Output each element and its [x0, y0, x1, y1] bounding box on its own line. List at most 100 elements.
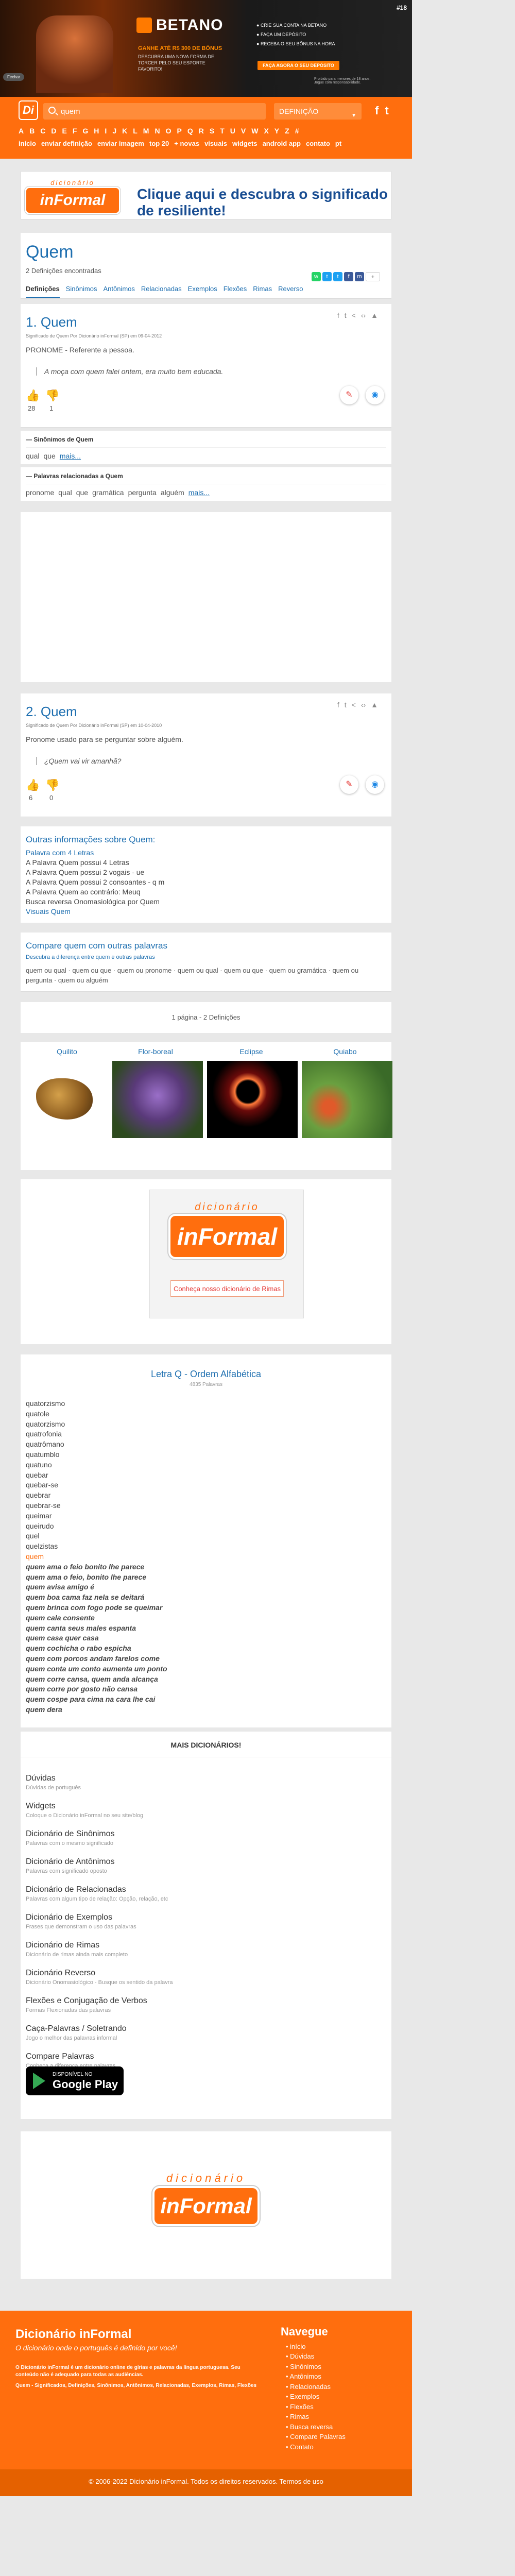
twitter-small-icon[interactable]: t [345, 311, 347, 319]
footer-nav-item[interactable]: Dúvidas [286, 2351, 346, 2362]
letter-link[interactable]: Y [274, 127, 279, 135]
footer-nav-item[interactable]: Antônimos [286, 2371, 346, 2382]
letter-link[interactable]: R [199, 127, 204, 135]
alphabetical-item[interactable]: quatorzismo [26, 1399, 391, 1409]
ad-close-button[interactable]: Fechar [3, 73, 24, 81]
alphabetical-item[interactable]: quatorzismo [26, 1419, 391, 1430]
alphabetical-item[interactable]: quem ama o feio, bonito lhe parece [26, 1572, 391, 1583]
alphabetical-item[interactable]: quebrar [26, 1490, 391, 1501]
synonym-link[interactable]: que [43, 452, 55, 460]
dictionary-item[interactable]: Flexões e Conjugação de Verbos Formas Fle… [26, 1996, 147, 2013]
nav-item[interactable]: enviar definição [41, 140, 92, 147]
alphabetical-item[interactable]: quebrar-se [26, 1501, 391, 1511]
image-caption[interactable]: Quilito [21, 1047, 113, 1056]
dictionary-item[interactable]: Caça-Palavras / Soletrando Jogo o melhor … [26, 2024, 127, 2041]
footer-nav-item[interactable]: Flexões [286, 2402, 346, 2412]
camera-icon[interactable]: ◉ [366, 775, 384, 794]
tab-item[interactable]: Antônimos [103, 285, 134, 293]
alphabetical-item[interactable]: quem corre por gosto não cansa [26, 1684, 391, 1694]
camera-icon[interactable]: ◉ [366, 386, 384, 404]
nav-item[interactable]: contato [306, 140, 330, 147]
related-word[interactable]: pronome [26, 488, 54, 497]
related-word[interactable]: alguém [161, 488, 184, 497]
nav-item[interactable]: + novas [174, 140, 199, 147]
quilito-image[interactable] [36, 1078, 93, 1120]
search-type-select[interactable]: DEFINIÇÃO ▼ [274, 103, 362, 120]
alphabetical-item[interactable]: quem corre cansa, quem anda alcança [26, 1674, 391, 1685]
site-logo[interactable]: Di [19, 100, 38, 120]
nav-item[interactable]: top 20 [149, 140, 169, 147]
synonym-link[interactable]: qual [26, 452, 39, 460]
letter-link[interactable]: Z [285, 127, 289, 135]
letter-link[interactable]: G [82, 127, 88, 135]
dictionary-item[interactable]: Dicionário de Relacionadas Palavras com a… [26, 1885, 168, 1902]
google-play-button[interactable]: DISPONÍVEL NO Google Play [26, 2066, 124, 2095]
link-icon[interactable]: < [352, 311, 356, 319]
search-icon[interactable] [48, 107, 56, 114]
letter-link[interactable]: I [105, 127, 107, 135]
nav-item[interactable]: enviar imagem [97, 140, 144, 147]
twitter-share-icon[interactable]: t [322, 272, 332, 281]
footer-nav-item[interactable]: Relacionadas [286, 2382, 346, 2392]
related-word[interactable]: qual [58, 488, 72, 497]
definition-title[interactable]: 2. Quem [21, 693, 391, 723]
alphabetical-item[interactable]: quem [26, 1552, 391, 1562]
dictionary-item[interactable]: Dicionário de Sinônimos Palavras com o me… [26, 1829, 115, 1846]
letter-link[interactable]: L [133, 127, 138, 135]
share-icon[interactable]: f [337, 701, 339, 709]
alphabetical-item[interactable]: quebar-se [26, 1480, 391, 1490]
embed-icon[interactable]: ‹› [361, 311, 366, 319]
tab-item[interactable]: Rimas [253, 285, 272, 293]
letter-link[interactable]: V [241, 127, 246, 135]
rimas-ad[interactable]: dicionário inFormal Conheça nosso dicion… [21, 1179, 391, 1344]
alphabetical-item[interactable]: quem com porcos andam farelos come [26, 1654, 391, 1664]
alphabetical-item[interactable]: quem avisa amigo é [26, 1582, 391, 1592]
facebook-share-icon[interactable]: f [344, 272, 353, 281]
footer-nav-item[interactable]: Sinônimos [286, 2362, 346, 2372]
tweet-icon[interactable]: t [333, 272, 342, 281]
facebook-icon[interactable]: f [375, 104, 379, 117]
search-input[interactable] [61, 106, 256, 117]
dictionary-item[interactable]: Widgets Coloque o Dicionário inFormal no … [26, 1802, 143, 1819]
related-word[interactable]: pergunta [128, 488, 157, 497]
compare-links[interactable]: quem ou qual · quem ou que · quem ou pro… [21, 960, 391, 991]
alphabetical-item[interactable]: quem dera [26, 1705, 391, 1715]
rimas-ad-cta[interactable]: Conheça nosso dicionário de Rimas [170, 1280, 284, 1297]
letter-link[interactable]: J [112, 127, 116, 135]
twitter-small-icon[interactable]: t [345, 701, 347, 709]
alphabetical-item[interactable]: quatole [26, 1409, 391, 1419]
tab-item[interactable]: Relacionadas [141, 285, 182, 293]
more-share-button[interactable]: + [366, 272, 380, 281]
flag-icon[interactable]: ▲ [371, 701, 378, 709]
alphabetical-item[interactable]: quebar [26, 1470, 391, 1481]
letter-link[interactable]: W [251, 127, 258, 135]
nav-item[interactable]: visuais [204, 140, 227, 147]
letter-link[interactable]: E [62, 127, 67, 135]
top-advertisement[interactable]: BETANO GANHE ATÉ R$ 300 DE BÔNUS DESCUBR… [0, 0, 412, 97]
letter-link[interactable]: F [73, 127, 77, 135]
letter-link[interactable]: K [122, 127, 127, 135]
nav-item[interactable]: início [19, 140, 36, 147]
dictionary-item[interactable]: Dúvidas Dúvidas de português [26, 1774, 81, 1791]
letter-link[interactable]: M [143, 127, 149, 135]
thumbs-up-icon[interactable]: 👍 [26, 389, 40, 402]
tab-item[interactable]: Definições [26, 285, 60, 298]
edit-icon[interactable]: ✎ [340, 775, 358, 794]
alphabetical-item[interactable]: quatrômano [26, 1439, 391, 1450]
dictionary-item[interactable]: Dicionário de Rimas Dicionário de rimas a… [26, 1941, 128, 1958]
related-more-link[interactable]: mais... [188, 488, 210, 497]
letter-link[interactable]: H [94, 127, 99, 135]
letter-link[interactable]: U [230, 127, 235, 135]
nav-item[interactable]: android app [263, 140, 301, 147]
alphabetical-item[interactable]: quelzistas [26, 1541, 391, 1552]
quiabo-image[interactable] [302, 1061, 392, 1138]
whatsapp-icon[interactable]: w [312, 272, 321, 281]
info-line[interactable]: Palavra com 4 Letras [26, 848, 386, 858]
synonyms-more-link[interactable]: mais... [60, 452, 81, 460]
tab-item[interactable]: Sinônimos [66, 285, 97, 293]
nav-item[interactable]: widgets [232, 140, 257, 147]
letter-link[interactable]: P [177, 127, 181, 135]
ad-cta-button[interactable]: FAÇA AGORA O SEU DEPÓSITO [258, 61, 339, 70]
alphabetical-item[interactable]: quem boa cama faz nela se deitará [26, 1592, 391, 1603]
alphabetical-item[interactable]: quem conta um conto aumenta um ponto [26, 1664, 391, 1674]
